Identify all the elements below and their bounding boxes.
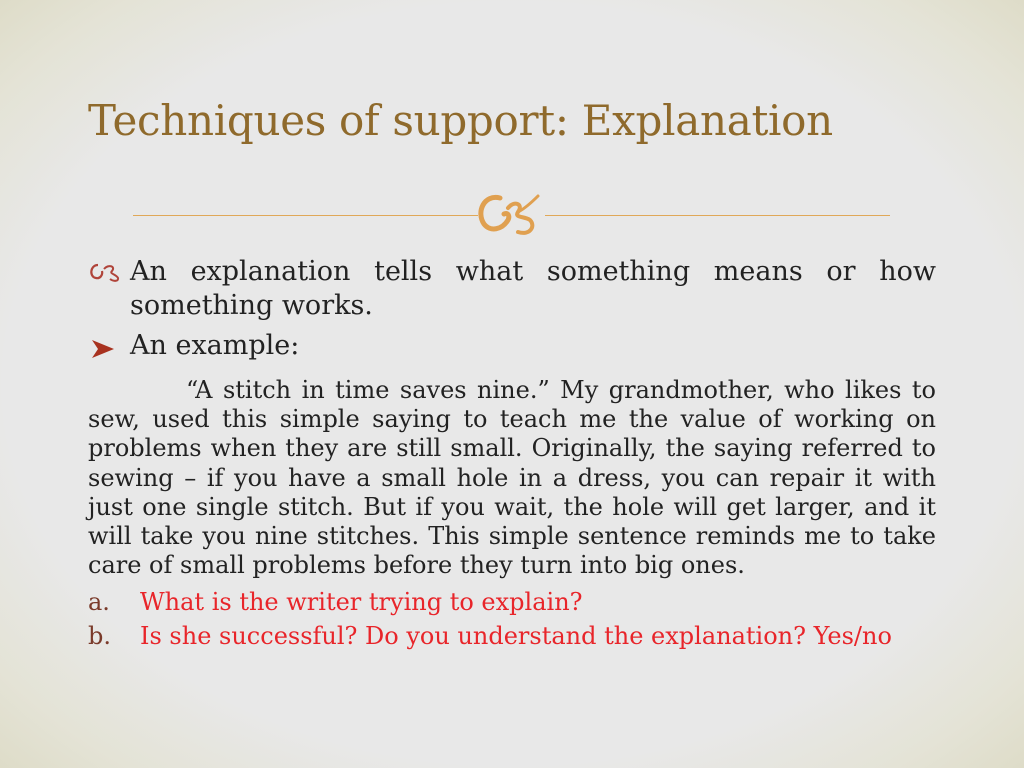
question-label: b. [88, 622, 111, 650]
question-item: b. Is she successful? Do you understand t… [88, 622, 892, 650]
example-paragraph-text: “A stitch in time saves nine.” My grandm… [88, 376, 936, 580]
question-text: What is the writer trying to explain? [140, 588, 583, 616]
ornament-flourish-icon [478, 194, 540, 235]
divider-line-right [545, 215, 890, 216]
flourish-bullet-icon [90, 263, 120, 282]
bullet-item: An explanation tells what something mean… [88, 255, 936, 323]
slide: Techniques of support: Explanation An ex… [0, 0, 1024, 768]
bullet-item: An example: [88, 330, 299, 361]
question-label: a. [88, 588, 110, 616]
question-item: a. What is the writer trying to explain? [88, 588, 583, 616]
bullet-text: An explanation tells what something mean… [130, 256, 936, 321]
bullet-text: An example: [130, 330, 300, 361]
arrow-bullet-icon [92, 340, 114, 358]
example-paragraph: “A stitch in time saves nine.” My grandm… [88, 376, 936, 580]
slide-title: Techniques of support: Explanation [88, 96, 833, 145]
divider-line-left [133, 215, 478, 216]
question-text: Is she successful? Do you understand the… [140, 622, 892, 650]
